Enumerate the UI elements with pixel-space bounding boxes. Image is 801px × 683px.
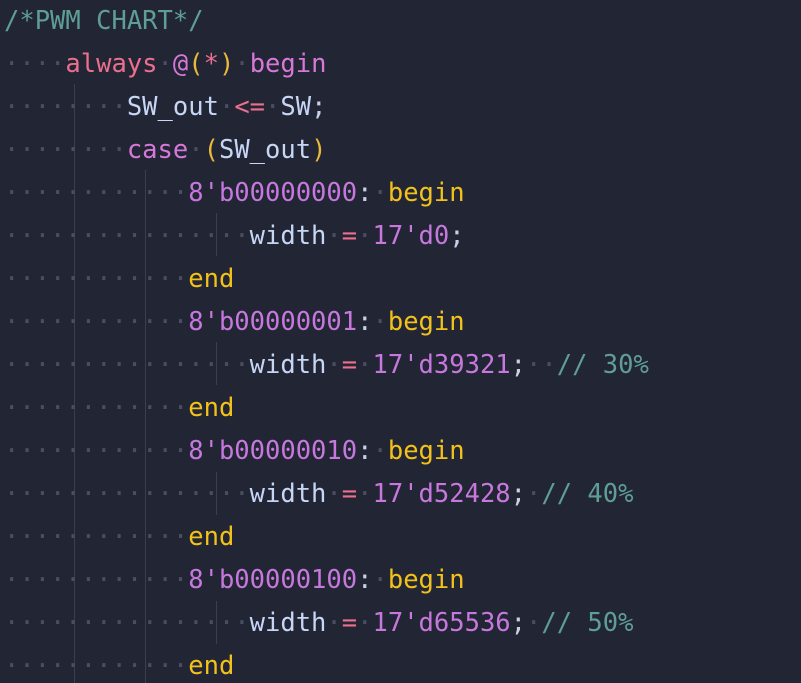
star-token: *: [203, 49, 219, 79]
case-label: 8'b00000000: [188, 178, 358, 208]
code-line-end[interactable]: ············end: [4, 258, 234, 301]
at-symbol: @: [172, 49, 189, 79]
code-line-case[interactable]: ········case·(SW_out): [4, 129, 326, 172]
colon: :: [357, 436, 373, 466]
code-line-width-assign[interactable]: ················width·=·17'd39321;··// 3…: [4, 344, 649, 387]
var-width: width: [249, 350, 327, 380]
keyword-begin: begin: [249, 49, 327, 79]
var-width: width: [249, 221, 327, 251]
equals-op: =: [341, 479, 358, 509]
semicolon: ;: [311, 92, 327, 122]
paren-close: ): [311, 135, 327, 165]
paren-open: (: [203, 135, 219, 165]
code-line-case-label[interactable]: ············8'b00000010:·begin: [4, 430, 465, 473]
equals-op: =: [341, 350, 358, 380]
var-width: width: [249, 608, 327, 638]
paren-open: (: [188, 49, 204, 79]
code-line-comment[interactable]: /*PWM CHART*/: [4, 0, 204, 43]
code-line-width-assign[interactable]: ················width·=·17'd52428;·// 40…: [4, 473, 634, 516]
keyword-begin: begin: [387, 436, 465, 466]
keyword-case: case: [126, 135, 189, 165]
keyword-end: end: [188, 393, 235, 423]
var-width: width: [249, 479, 327, 509]
case-label: 8'b00000100: [188, 565, 358, 595]
width-value: 17'd65536: [372, 608, 511, 638]
code-line-case-label[interactable]: ············8'b00000100:·begin: [4, 559, 465, 602]
paren-close: ): [218, 49, 235, 79]
semicolon: ;: [510, 479, 527, 509]
code-line-assign[interactable]: ········SW_out·<=·SW;: [4, 86, 326, 129]
keyword-end: end: [188, 522, 235, 552]
keyword-begin: begin: [387, 565, 465, 595]
var-sw-out: SW_out: [218, 135, 312, 165]
percent-comment: // 40%: [541, 479, 634, 509]
width-value: 17'd39321: [372, 350, 511, 380]
code-line-width-assign[interactable]: ················width·=·17'd0;: [4, 215, 465, 258]
nonblocking-op: <=: [234, 92, 266, 122]
comment-token: /*PWM CHART*/: [4, 6, 204, 36]
equals-op: =: [341, 608, 358, 638]
colon: :: [357, 307, 373, 337]
code-line-always[interactable]: ····always·@(*)·begin: [4, 43, 326, 86]
keyword-always: always: [65, 49, 158, 79]
percent-comment: // 30%: [556, 350, 649, 380]
code-line-end[interactable]: ············end: [4, 516, 234, 559]
semicolon: ;: [510, 350, 527, 380]
width-value: 17'd52428: [372, 479, 511, 509]
width-value: 17'd0: [372, 221, 450, 251]
keyword-begin: begin: [387, 178, 465, 208]
code-line-end[interactable]: ············end: [4, 387, 234, 430]
code-line-case-label[interactable]: ············8'b00000001:·begin: [4, 301, 465, 344]
code-line-width-assign[interactable]: ················width·=·17'd65536;·// 50…: [4, 602, 634, 645]
semicolon: ;: [510, 608, 527, 638]
code-line-end[interactable]: ············end: [4, 645, 234, 683]
keyword-begin: begin: [387, 307, 465, 337]
keyword-end: end: [188, 264, 235, 294]
var-sw: SW: [280, 92, 312, 122]
var-sw-out: SW_out: [126, 92, 219, 122]
semicolon: ;: [449, 221, 465, 251]
case-label: 8'b00000001: [188, 307, 358, 337]
equals-op: =: [341, 221, 358, 251]
code-line-case-label[interactable]: ············8'b00000000:·begin: [4, 172, 465, 215]
code-editor[interactable]: /*PWM CHART*/ ····always·@(*)·begin ····…: [0, 0, 801, 683]
keyword-end: end: [188, 651, 235, 681]
percent-comment: // 50%: [541, 608, 634, 638]
colon: :: [357, 565, 373, 595]
case-label: 8'b00000010: [188, 436, 358, 466]
colon: :: [357, 178, 373, 208]
